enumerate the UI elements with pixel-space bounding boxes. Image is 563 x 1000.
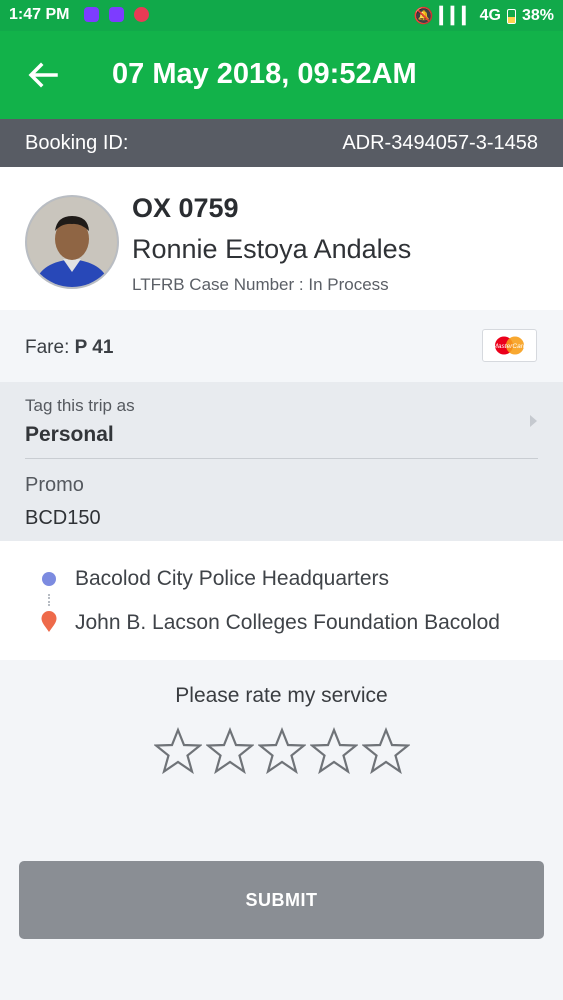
divider — [25, 458, 538, 459]
booking-id-value: ADR-3494057-3-1458 — [342, 132, 538, 154]
submit-button[interactable]: SUBMIT — [19, 861, 544, 939]
status-bar: 1:47 PM 🔕 ▎▎▎ 4G 38% — [0, 0, 563, 31]
back-arrow-icon[interactable] — [26, 57, 62, 93]
star-icon[interactable] — [206, 727, 254, 775]
notification-app-icon — [134, 7, 149, 22]
booking-id-label: Booking ID: — [25, 132, 129, 154]
network-type: 4G — [479, 7, 501, 24]
route-connector — [48, 594, 52, 606]
mastercard-logo-text: MasterCard — [493, 343, 527, 350]
ltfrb-case-number: LTFRB Case Number : In Process — [132, 275, 389, 294]
dropoff-location: John B. Lacson Colleges Foundation Bacol… — [75, 611, 500, 634]
driver-card: OX 0759 Ronnie Estoya Andales LTFRB Case… — [0, 167, 563, 310]
pickup-location: Bacolod City Police Headquarters — [75, 567, 389, 590]
route-card: Bacolod City Police Headquarters John B.… — [0, 541, 563, 660]
fare-amount: P 41 — [74, 337, 114, 358]
star-icon[interactable] — [154, 727, 202, 775]
mastercard-icon: MasterCard — [482, 329, 537, 362]
fare-row: Fare: P 41 MasterCard — [0, 310, 563, 382]
trip-tag-value: Personal — [25, 423, 114, 446]
star-icon[interactable] — [310, 727, 358, 775]
signal-icon: ▎▎▎ — [439, 8, 475, 25]
promo-code: BCD150 — [25, 507, 101, 529]
trip-tag-label: Tag this trip as — [25, 396, 135, 415]
dropoff-pin-icon — [41, 611, 57, 638]
page-title: 07 May 2018, 09:52AM — [112, 58, 417, 90]
trip-options: Tag this trip as Personal Promo BCD150 — [0, 382, 563, 541]
chevron-right-icon — [530, 415, 537, 427]
driver-name: Ronnie Estoya Andales — [132, 234, 412, 264]
rating-prompt: Please rate my service — [175, 684, 388, 707]
notification-app-icon — [84, 7, 99, 22]
fare-label: Fare: — [25, 337, 70, 358]
driver-avatar — [25, 195, 119, 289]
status-time: 1:47 PM — [9, 6, 70, 23]
promo-label: Promo — [25, 474, 84, 496]
star-rating — [154, 727, 410, 781]
pickup-dot-icon — [42, 572, 56, 586]
notification-app-icon — [109, 7, 124, 22]
battery-icon — [506, 8, 516, 24]
star-icon[interactable] — [362, 727, 410, 775]
vehicle-plate: OX 0759 — [132, 193, 239, 223]
star-icon[interactable] — [258, 727, 306, 775]
app-bar: 07 May 2018, 09:52AM — [0, 31, 563, 119]
muted-bell-icon: 🔕 — [413, 8, 434, 25]
booking-id-bar: Booking ID: ADR-3494057-3-1458 — [0, 119, 563, 167]
battery-level: 38% — [521, 7, 554, 24]
fare-text: Fare: P 41 — [25, 337, 113, 359]
